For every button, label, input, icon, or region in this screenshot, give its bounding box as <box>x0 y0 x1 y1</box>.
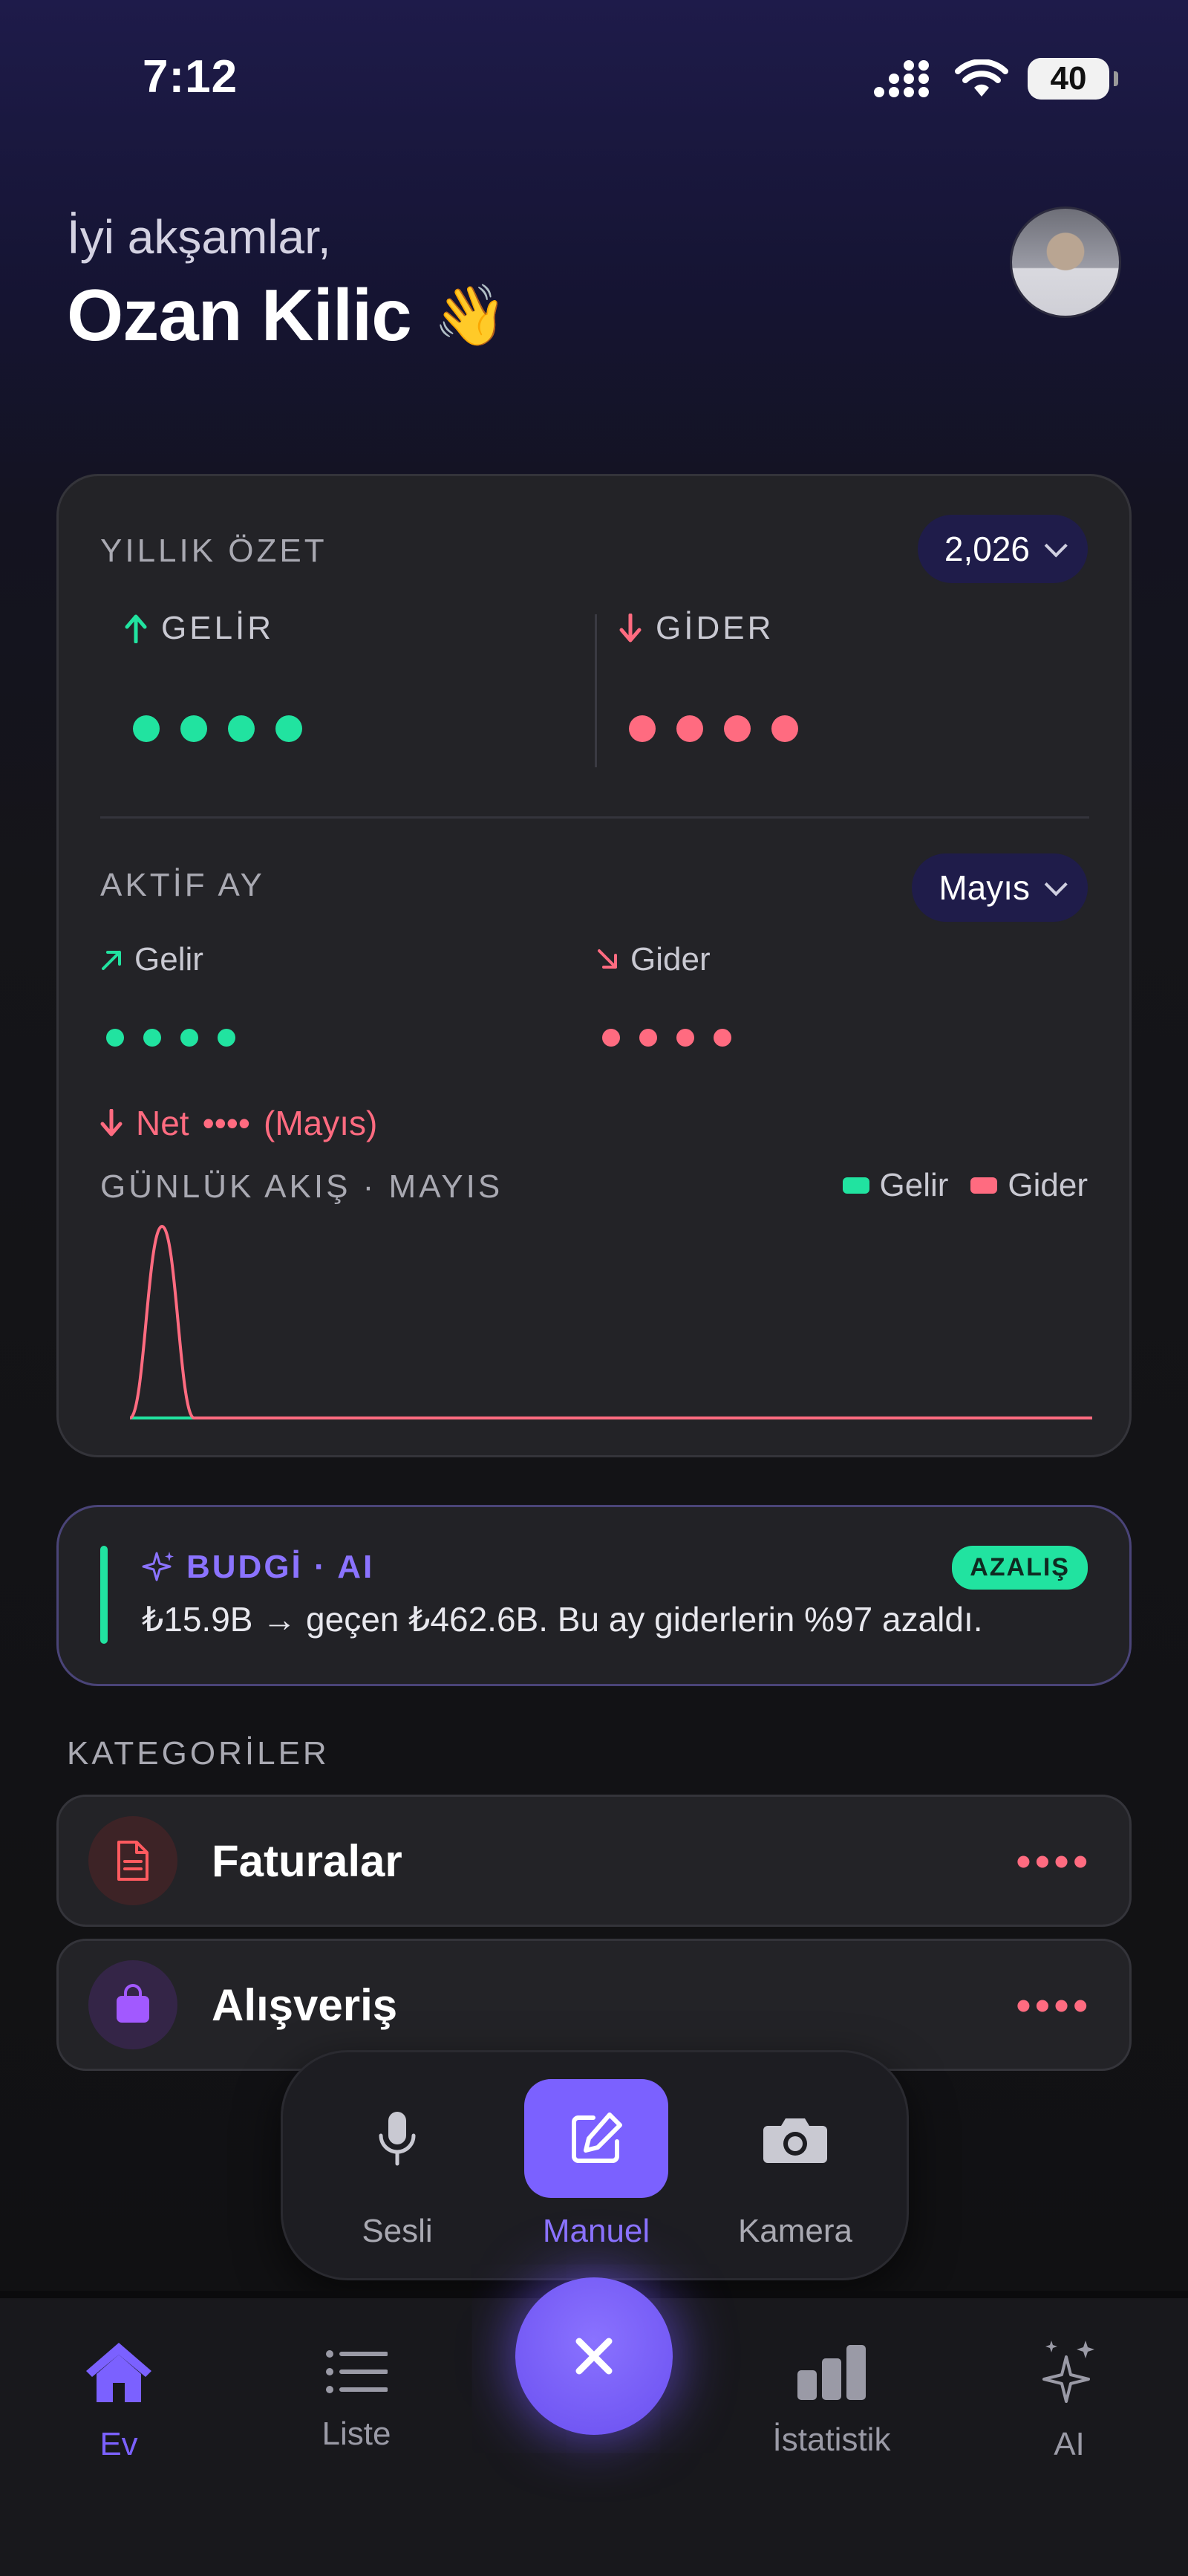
quick-add-manual-label: Manuel <box>542 2213 650 2249</box>
edit-icon <box>524 2079 668 2198</box>
arrow-down-right-icon <box>598 949 617 969</box>
daily-flow-title: GÜNLÜK AKIŞ · MAYIS <box>100 1168 503 1205</box>
arrow-up-right-icon <box>102 951 121 970</box>
summary-card: YILLIK ÖZET 2,026 GELİR GİDER AKTİF AY M… <box>56 474 1132 1457</box>
wifi-icon <box>955 59 1008 97</box>
legend-swatch-income <box>842 1177 869 1194</box>
categories-title: KATEGORİLER <box>67 1735 330 1772</box>
net-row: Net •••• (Mayıs) <box>100 1103 377 1143</box>
close-fab-button[interactable] <box>515 2277 673 2435</box>
user-name: Ozan Kilic <box>67 274 412 356</box>
category-amount-masked: •••• <box>1016 1837 1092 1884</box>
battery-indicator: 40 <box>1028 58 1118 100</box>
net-month: (Mayıs) <box>264 1104 378 1142</box>
quick-add-voice[interactable]: Sesli <box>323 2079 471 2250</box>
category-amount-masked: •••• <box>1016 1981 1092 2029</box>
net-masked: •••• <box>202 1104 251 1142</box>
month-income-masked <box>106 1029 235 1047</box>
legend-label-income: Gelir <box>879 1167 949 1203</box>
net-label: Net <box>136 1104 189 1142</box>
shopping-bag-icon <box>88 1960 177 2049</box>
sparkles-icon <box>142 1552 174 1581</box>
arrow-up-icon <box>125 614 147 643</box>
chevron-down-icon <box>1044 534 1068 558</box>
arrow-down-icon <box>100 1109 123 1136</box>
legend-swatch-expense <box>970 1177 998 1194</box>
annual-expense-header: GİDER <box>619 610 774 647</box>
nav-label-statistics: İstatistik <box>772 2421 891 2458</box>
month-income-label: Gelir <box>134 941 203 978</box>
bar-chart-icon <box>750 2331 913 2413</box>
insight-text: ₺15.9B → geçen ₺462.6B. Bu ay giderlerin… <box>142 1600 983 1639</box>
nav-item-statistics[interactable]: İstatistik <box>750 2331 913 2459</box>
document-icon <box>88 1816 177 1905</box>
month-expense-label: Gider <box>630 941 711 978</box>
status-icons: 40 <box>873 58 1118 100</box>
series-line-gider <box>130 1225 1092 1419</box>
nav-item-ai[interactable]: AI <box>1025 2331 1114 2463</box>
quick-add-voice-label: Sesli <box>362 2213 433 2249</box>
waving-hand-icon: 👋 <box>433 282 508 348</box>
microphone-icon <box>323 2079 471 2198</box>
annual-summary-title: YILLIK ÖZET <box>100 533 327 569</box>
divider <box>100 816 1089 819</box>
legend-item-income: Gelir <box>842 1167 949 1204</box>
month-income-header: Gelir <box>100 941 203 978</box>
status-time: 7:12 <box>143 51 238 103</box>
category-row-faturalar[interactable]: Faturalar •••• <box>56 1795 1132 1927</box>
close-icon <box>575 2338 613 2375</box>
ai-insight-card[interactable]: BUDGİ · AI AZALIŞ ₺15.9B → geçen ₺462.6B… <box>56 1505 1132 1686</box>
nav-label-home: Ev <box>99 2426 138 2462</box>
legend-label-expense: Gider <box>1008 1167 1088 1203</box>
month-selector[interactable]: Mayıs <box>912 853 1088 922</box>
quick-add-camera-label: Kamera <box>737 2213 853 2249</box>
category-name: Faturalar <box>212 1835 402 1886</box>
list-icon <box>297 2331 416 2413</box>
sparkles-icon <box>1025 2331 1114 2413</box>
nav-item-home[interactable]: Ev <box>67 2331 171 2463</box>
annual-income-header: GELİR <box>124 610 274 647</box>
annual-income-masked <box>133 715 302 742</box>
insight-header: BUDGİ · AI <box>142 1549 374 1586</box>
greeting-subtitle: İyi akşamlar, <box>67 210 331 264</box>
nav-label-list: Liste <box>322 2416 391 2452</box>
annual-expense-label: GİDER <box>656 610 774 646</box>
home-icon <box>67 2331 171 2413</box>
daily-flow-chart <box>130 1225 1092 1419</box>
chevron-down-icon <box>1044 873 1068 897</box>
insight-title: BUDGİ · AI <box>186 1549 375 1585</box>
category-name: Alışveriş <box>212 1980 398 2030</box>
quick-add-menu: Sesli Manuel Kamera <box>281 2050 909 2280</box>
camera-icon <box>721 2079 869 2198</box>
quick-add-manual[interactable]: Manuel <box>522 2079 670 2250</box>
active-month-title: AKTİF AY <box>100 867 265 903</box>
month-expense-masked <box>602 1029 731 1047</box>
cellular-signal-icon <box>874 60 929 97</box>
month-expense-header: Gider <box>596 941 711 978</box>
nav-label-ai: AI <box>1054 2426 1085 2462</box>
legend-item-expense: Gider <box>970 1167 1088 1204</box>
avatar[interactable] <box>1010 206 1121 318</box>
greeting-name-row: Ozan Kilic 👋 <box>67 273 508 357</box>
arrow-down-icon <box>619 614 642 643</box>
annual-income-label: GELİR <box>161 610 275 646</box>
trend-badge: AZALIŞ <box>952 1546 1088 1590</box>
nav-item-list[interactable]: Liste <box>297 2331 416 2453</box>
year-selector[interactable]: 2,026 <box>917 515 1088 583</box>
divider <box>595 614 597 767</box>
chart-legend: Gelir Gider <box>842 1167 1088 1204</box>
quick-add-camera[interactable]: Kamera <box>721 2079 869 2250</box>
annual-expense-masked <box>629 715 798 742</box>
year-value: 2,026 <box>944 530 1030 568</box>
insight-accent-bar <box>100 1546 108 1644</box>
month-value: Mayıs <box>939 868 1030 907</box>
